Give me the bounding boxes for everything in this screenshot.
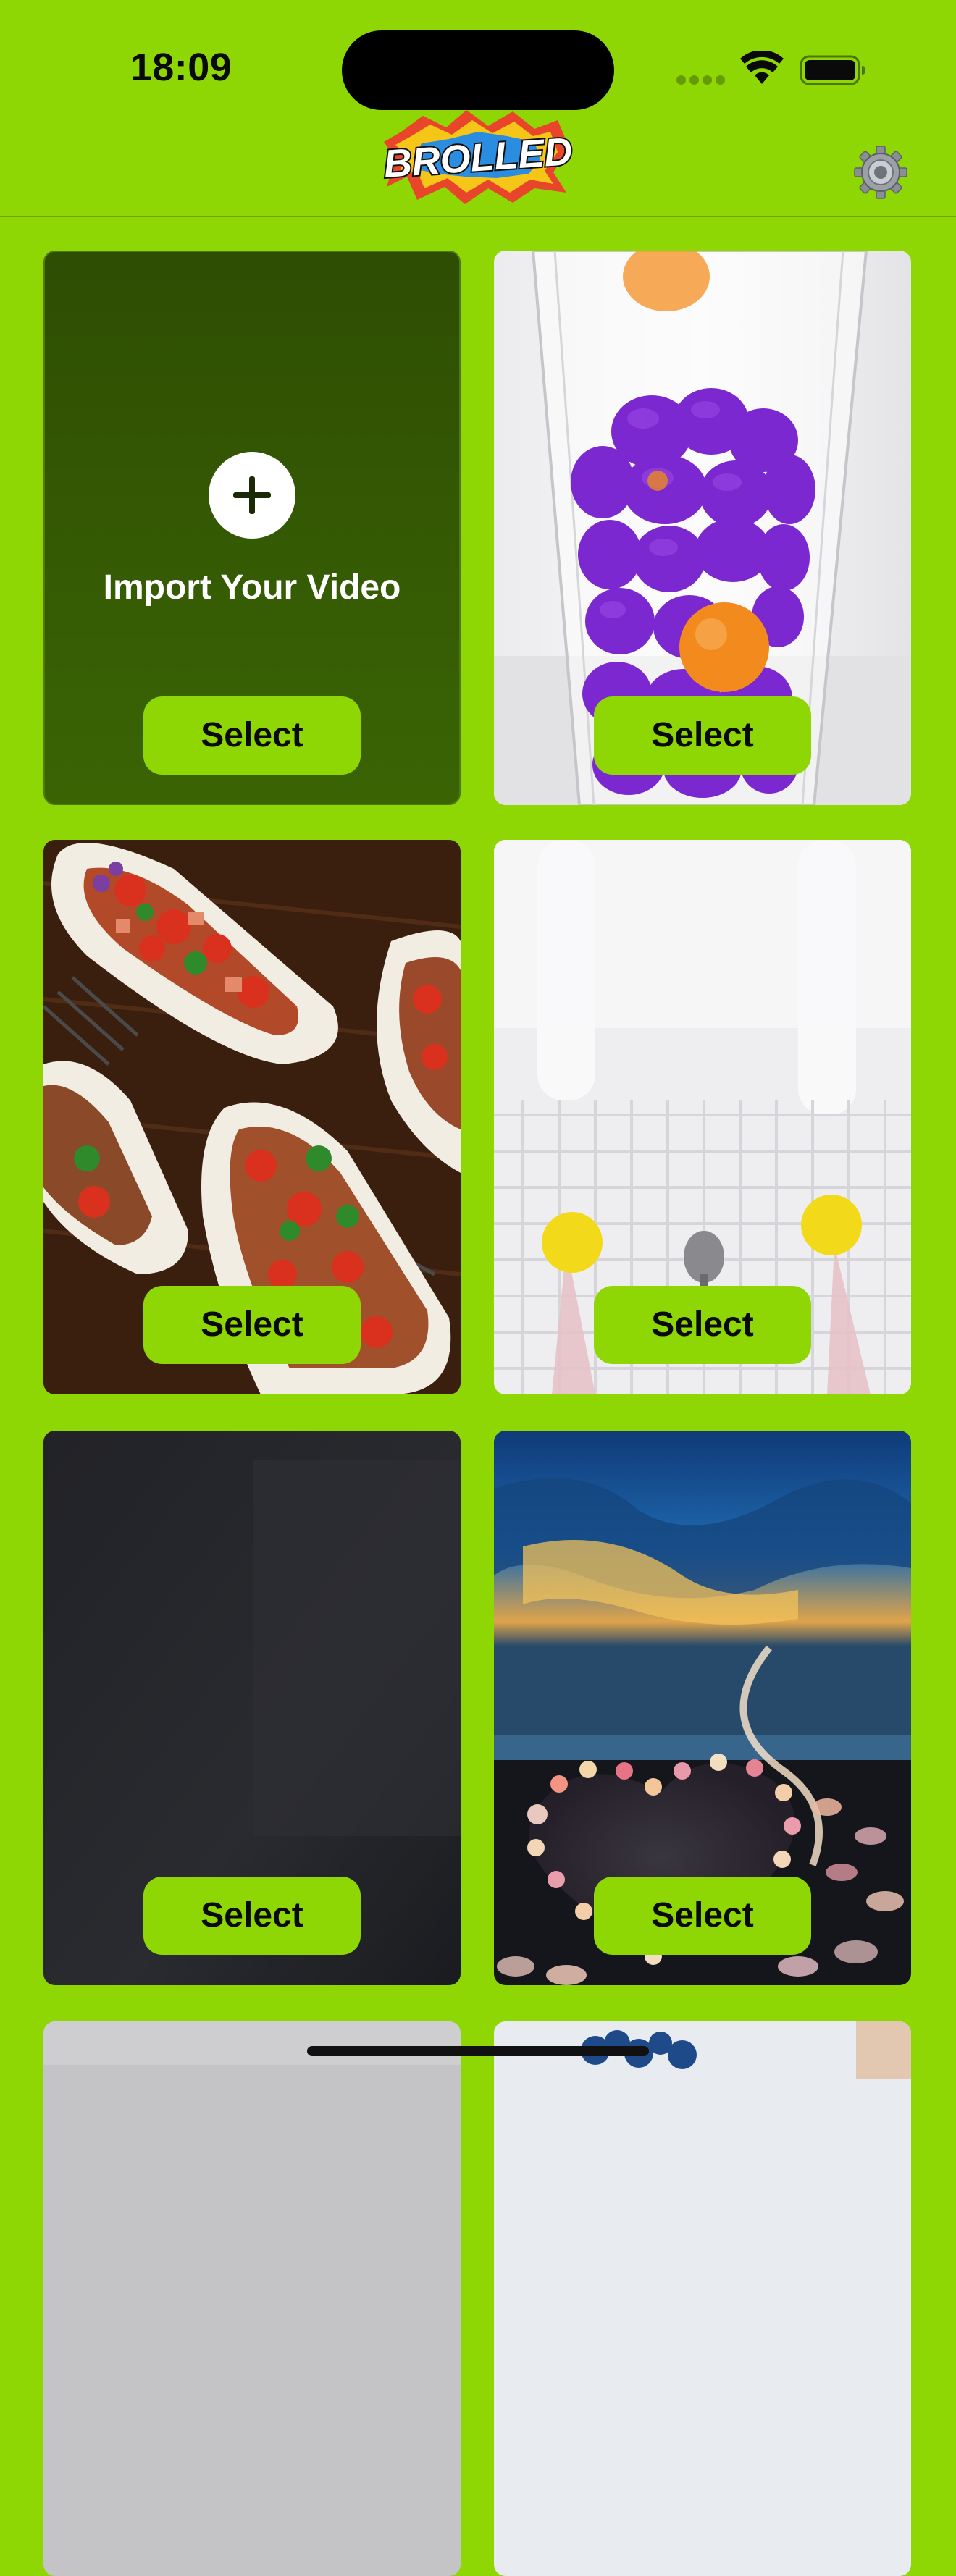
home-indicator[interactable] — [307, 2046, 649, 2056]
select-button[interactable]: Select — [594, 696, 811, 775]
video-tile-textured-surface[interactable]: Select — [494, 840, 911, 1394]
select-button[interactable]: Select — [143, 1877, 361, 1955]
select-button[interactable]: Select — [594, 1877, 811, 1955]
video-tile-clay-balls[interactable]: Select — [494, 251, 911, 805]
status-time: 18:09 — [130, 46, 232, 89]
battery-icon — [800, 55, 865, 85]
video-tile-partial-blue[interactable] — [494, 2021, 911, 2576]
wifi-icon — [740, 51, 784, 84]
header-divider — [0, 216, 956, 217]
plus-icon[interactable] — [209, 452, 295, 539]
video-tile-tacos[interactable]: Select — [43, 840, 461, 1394]
video-thumbnail — [43, 2021, 461, 2576]
select-button[interactable]: Select — [594, 1286, 811, 1364]
video-tile-dark-room[interactable]: Select — [43, 1431, 461, 1985]
video-thumbnail — [494, 2021, 911, 2576]
dynamic-island — [342, 30, 614, 110]
select-button[interactable]: Select — [143, 1286, 361, 1364]
cell-signal-icon — [676, 75, 727, 85]
import-video-label: Import Your Video — [103, 568, 401, 607]
import-select-button[interactable]: Select — [143, 696, 361, 775]
settings-gear-icon[interactable] — [853, 145, 908, 200]
import-video-tile[interactable]: Import Your Video Select — [43, 251, 461, 805]
video-tile-partial-gray[interactable] — [43, 2021, 461, 2576]
app-logo: BROLLED — [381, 110, 575, 204]
video-tile-heart-beach[interactable]: Select — [494, 1431, 911, 1985]
